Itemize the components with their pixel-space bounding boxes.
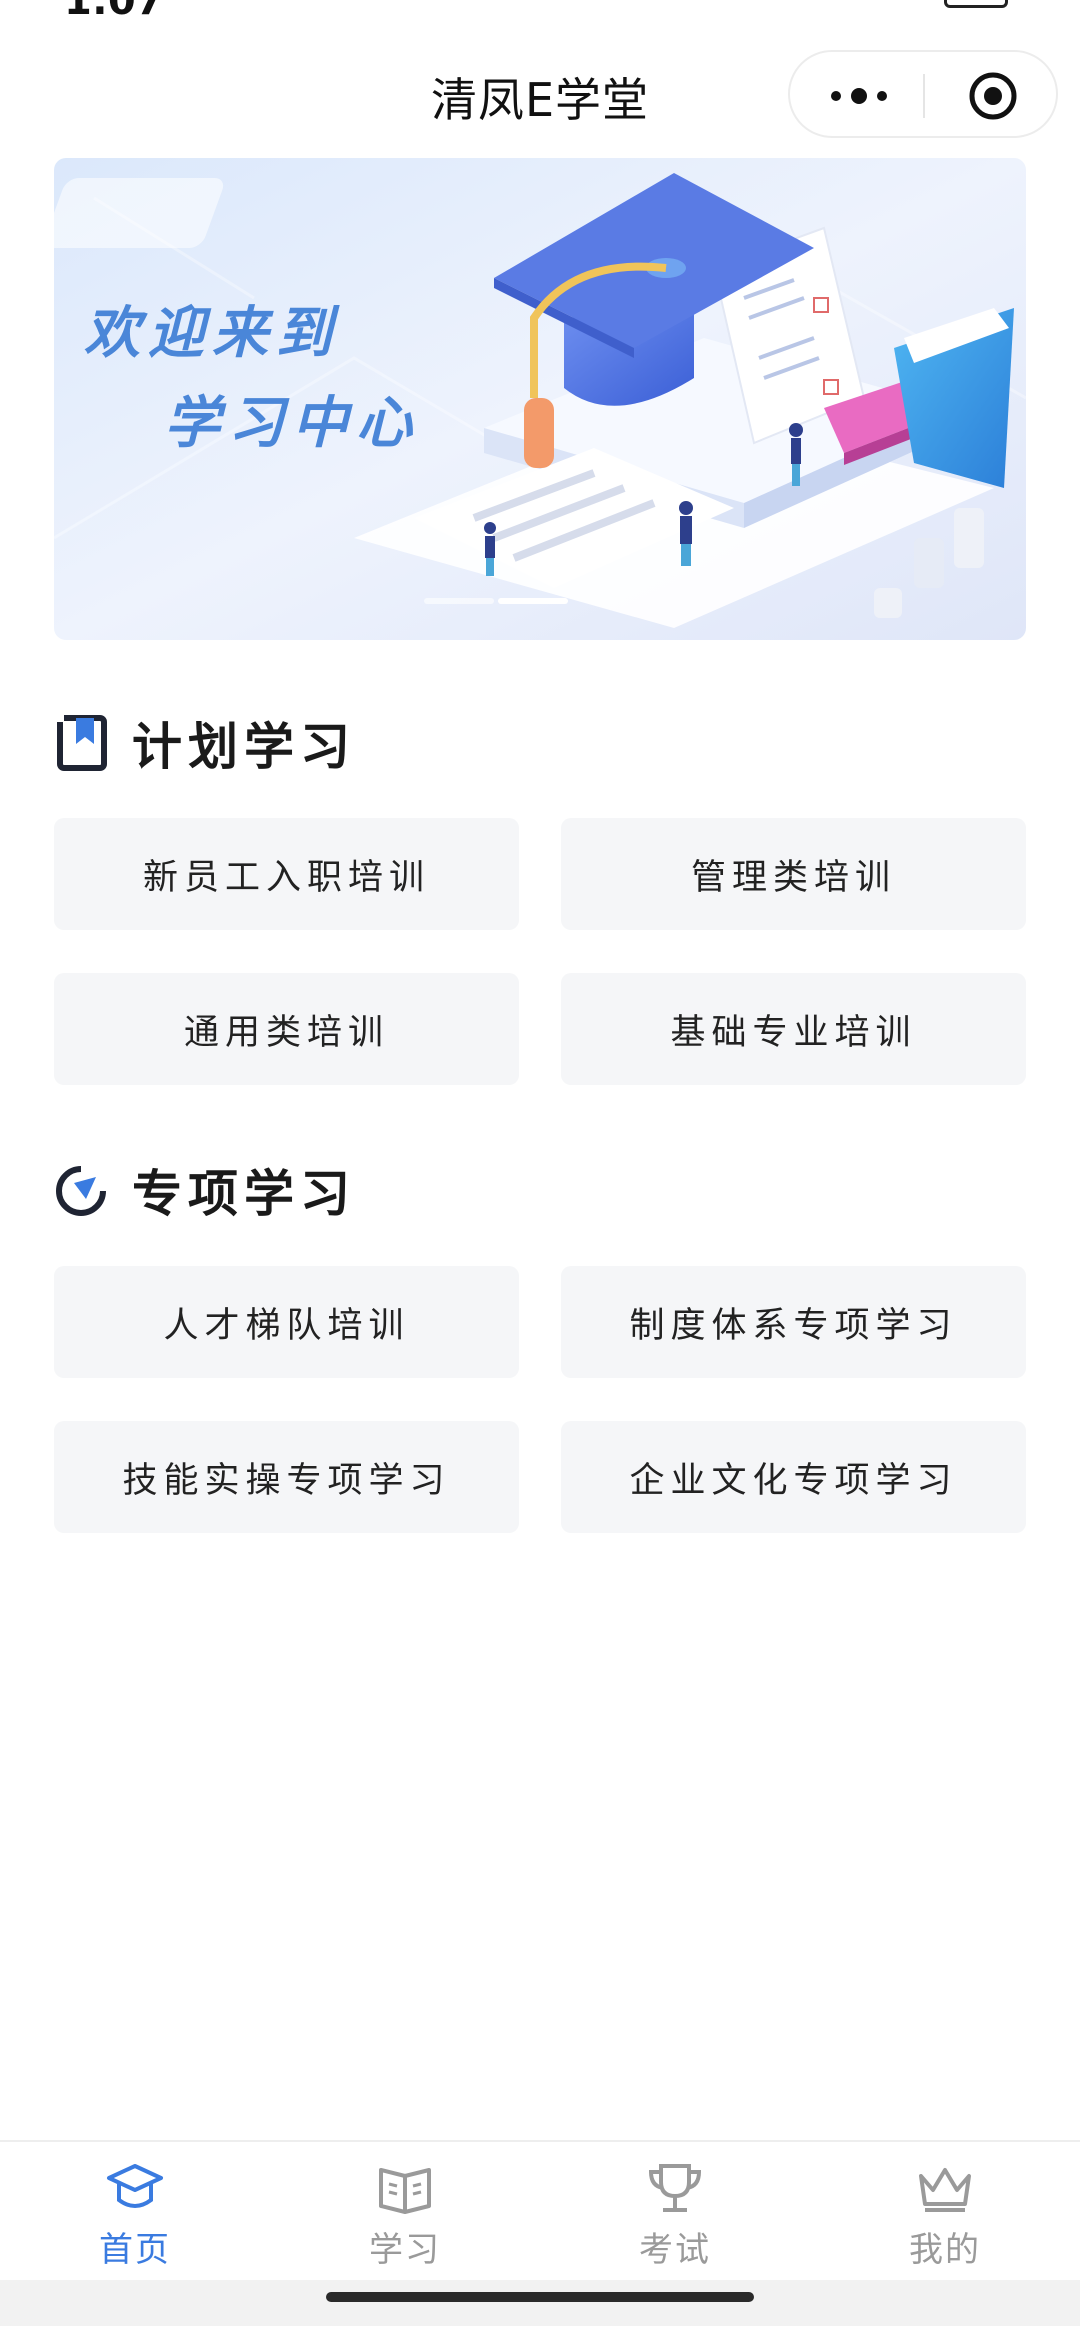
course-button-management[interactable]: 管理类培训 — [561, 818, 1026, 930]
status-bar: 1:07 — [0, 0, 1080, 36]
signal-icon-2 — [882, 0, 926, 8]
miniprogram-capsule — [788, 50, 1058, 138]
home-indicator[interactable] — [326, 2292, 754, 2302]
course-button-corporate-culture[interactable]: 企业文化专项学习 — [561, 1421, 1026, 1533]
banner[interactable]: 欢迎来到 学习中心 — [54, 158, 1026, 640]
tab-exam-label: 考试 — [639, 2230, 711, 2270]
navigation-bar: 清凤E学堂 — [0, 44, 1080, 144]
course-button-talent-pipeline[interactable]: 人才梯队培训 — [54, 1266, 519, 1378]
course-button-basic-professional[interactable]: 基础专业培训 — [561, 973, 1026, 1085]
home-indicator-area — [0, 2280, 1080, 2326]
battery-icon — [944, 0, 1008, 8]
tab-exam[interactable]: 考试 — [540, 2142, 810, 2282]
progress-clock-icon — [56, 1166, 106, 1216]
special-section-title: 专项学习 — [132, 1165, 356, 1223]
system-icons — [820, 0, 1008, 8]
plan-section-header: 计划学习 — [54, 708, 356, 778]
course-button-skills-practice[interactable]: 技能实操专项学习 — [54, 1421, 519, 1533]
tab-study[interactable]: 学习 — [270, 2142, 540, 2282]
course-button-general[interactable]: 通用类培训 — [54, 973, 519, 1085]
crown-icon — [919, 2168, 971, 2212]
tab-home[interactable]: 首页 — [0, 2142, 270, 2282]
signal-icon — [820, 0, 864, 8]
tab-study-label: 学习 — [369, 2230, 441, 2270]
bookmark-book-icon — [57, 715, 107, 771]
banner-text-line1: 欢迎来到 — [84, 301, 340, 366]
course-button-policy-system[interactable]: 制度体系专项学习 — [561, 1266, 1026, 1378]
more-icon[interactable] — [824, 74, 894, 118]
special-section-header: 专项学习 — [54, 1155, 356, 1225]
banner-text-line2: 学习中心 — [164, 391, 420, 456]
capsule-divider — [923, 74, 925, 118]
course-button-new-employee[interactable]: 新员工入职培训 — [54, 818, 519, 930]
graduation-cap-icon — [107, 2164, 163, 2208]
tab-home-label: 首页 — [99, 2230, 171, 2270]
status-time: 1:07 — [64, 0, 164, 24]
close-miniprogram-icon[interactable] — [968, 71, 1018, 121]
bottom-tab-bar: 首页 学习 考试 我的 — [0, 2140, 1080, 2282]
open-book-icon — [379, 2168, 431, 2214]
plan-section-title: 计划学习 — [132, 718, 356, 776]
tab-mine-label: 我的 — [909, 2230, 981, 2270]
trophy-icon — [648, 2164, 702, 2212]
tab-mine[interactable]: 我的 — [810, 2142, 1080, 2282]
